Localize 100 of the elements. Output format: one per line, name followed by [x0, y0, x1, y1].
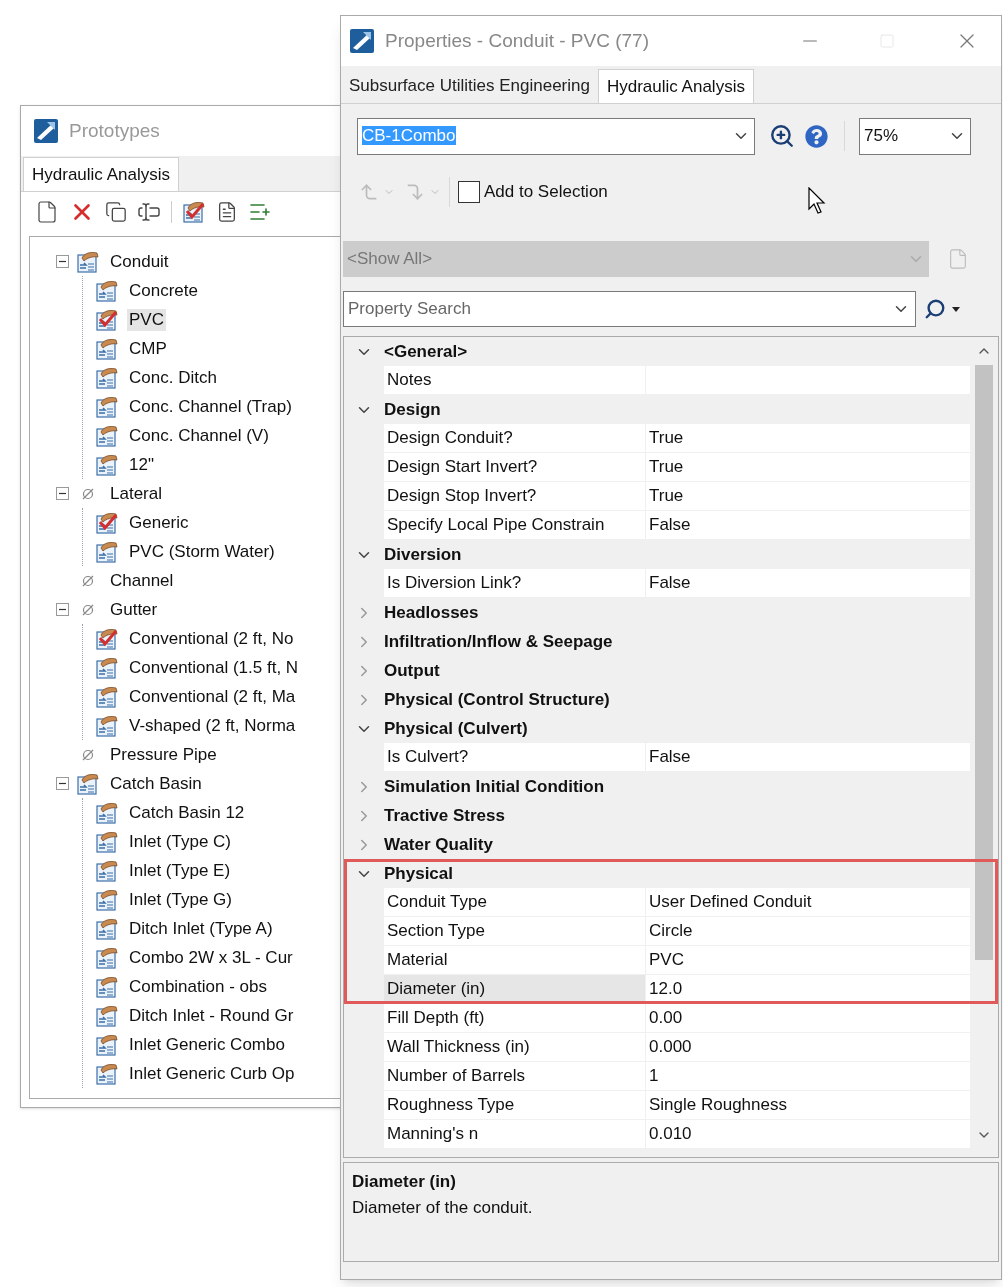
- document-icon[interactable]: [216, 201, 238, 223]
- property-name[interactable]: Manning's n: [384, 1120, 646, 1149]
- property-value[interactable]: False: [646, 743, 970, 772]
- app-logo-icon: [349, 28, 375, 54]
- prototype-icon: [95, 713, 119, 738]
- tree-item[interactable]: Conc. Ditch: [127, 366, 219, 389]
- group-header: Physical (Control Structure): [384, 688, 610, 711]
- tree-item[interactable]: Conventional (2 ft, No: [127, 627, 296, 650]
- property-name[interactable]: Is Diversion Link?: [384, 569, 646, 598]
- search-icon[interactable]: [924, 298, 946, 320]
- group-header: Tractive Stress: [384, 804, 505, 827]
- tree-item[interactable]: V-shaped (2 ft, Norma: [127, 714, 298, 737]
- empty-set-icon: [81, 602, 95, 617]
- tree-item[interactable]: Ditch Inlet (Type A): [127, 917, 275, 940]
- tree-item[interactable]: Inlet (Type C): [127, 830, 234, 853]
- tree-item[interactable]: Pressure Pipe: [108, 743, 219, 766]
- property-name[interactable]: Is Culvert?: [384, 743, 646, 772]
- tree-item[interactable]: Conduit: [108, 250, 171, 273]
- tree-item[interactable]: Conc. Channel (V): [127, 424, 271, 447]
- checkbox[interactable]: [458, 181, 480, 203]
- property-name[interactable]: Number of Barrels: [384, 1062, 646, 1091]
- tree-item[interactable]: Catch Basin: [108, 772, 204, 795]
- window-title: Properties - Conduit - PVC (77): [385, 28, 650, 53]
- tree-item[interactable]: 12": [127, 453, 156, 476]
- tree-item[interactable]: Inlet Generic Curb Op: [127, 1062, 297, 1085]
- prototype-icon: [95, 684, 119, 709]
- tree-item[interactable]: Gutter: [108, 598, 160, 621]
- property-value[interactable]: Single Roughness: [646, 1091, 970, 1120]
- property-value[interactable]: False: [646, 511, 970, 540]
- empty-set-icon: [81, 747, 95, 762]
- new-icon[interactable]: [35, 200, 59, 224]
- description-title: Diameter (in): [352, 1171, 457, 1193]
- property-value[interactable]: 0.010: [646, 1120, 970, 1149]
- checkbox-label[interactable]: Add to Selection: [484, 179, 608, 205]
- property-value[interactable]: False: [646, 569, 970, 598]
- prototype-icon: [95, 945, 119, 970]
- tree-item[interactable]: Lateral: [108, 482, 164, 505]
- rename-icon[interactable]: [137, 200, 161, 224]
- property-name[interactable]: Section Type: [384, 917, 646, 946]
- property-name[interactable]: Design Stop Invert?: [384, 482, 646, 511]
- copy-icon[interactable]: [105, 201, 127, 223]
- collapse-icon[interactable]: [56, 603, 69, 616]
- prototype-icon: [95, 539, 119, 564]
- property-value[interactable]: PVC: [646, 946, 970, 975]
- tree-item[interactable]: Combination - obs: [127, 975, 269, 998]
- property-value[interactable]: 1: [646, 1062, 970, 1091]
- help-icon[interactable]: [805, 124, 828, 148]
- property-value[interactable]: User Defined Conduit: [646, 888, 970, 917]
- group-header: Design: [384, 398, 441, 421]
- group-header: <General>: [384, 340, 468, 363]
- property-name[interactable]: Conduit Type: [384, 888, 646, 917]
- tree-item[interactable]: Conventional (2 ft, Ma: [127, 685, 298, 708]
- tree-item[interactable]: Combo 2W x 3L - Cur: [127, 946, 295, 969]
- element-name: CB-1Combo: [362, 125, 457, 148]
- tab[interactable]: Hydraulic Analysis: [597, 69, 754, 103]
- prototype-icon: [95, 423, 119, 448]
- tab[interactable]: Hydraulic Analysis: [23, 157, 179, 191]
- property-value[interactable]: Circle: [646, 917, 970, 946]
- property-name[interactable]: Design Conduit?: [384, 424, 646, 453]
- property-name[interactable]: Wall Thickness (in): [384, 1033, 646, 1062]
- zoom-icon[interactable]: [769, 123, 795, 149]
- caret-icon[interactable]: [952, 306, 960, 312]
- prototype-icon: [95, 452, 119, 477]
- property-value[interactable]: True: [646, 424, 970, 453]
- tree-item[interactable]: Inlet (Type E): [127, 859, 233, 882]
- property-value[interactable]: 0.00: [646, 1004, 970, 1033]
- default-prototype-icon: [95, 626, 119, 651]
- property-value[interactable]: 0.000: [646, 1033, 970, 1062]
- property-name[interactable]: Design Start Invert?: [384, 453, 646, 482]
- group-header: Physical: [384, 862, 453, 885]
- property-value[interactable]: True: [646, 482, 970, 511]
- tree-item[interactable]: Channel: [108, 569, 176, 592]
- group-header: Diversion: [384, 543, 462, 566]
- tree-item[interactable]: Inlet Generic Combo: [127, 1033, 287, 1056]
- property-name[interactable]: Fill Depth (ft): [384, 1004, 646, 1033]
- tree-item[interactable]: Conc. Channel (Trap): [127, 395, 294, 418]
- tree-item[interactable]: Inlet (Type G): [127, 888, 234, 911]
- tree-item[interactable]: Concrete: [127, 279, 200, 302]
- tree-item[interactable]: Conventional (1.5 ft, N: [127, 656, 301, 679]
- property-name[interactable]: Notes: [384, 366, 646, 395]
- collapse-icon[interactable]: [56, 255, 69, 268]
- prototype-icon: [95, 394, 119, 419]
- tree-item[interactable]: CMP: [127, 337, 169, 360]
- scroll-thumb[interactable]: [975, 365, 993, 960]
- tree-item[interactable]: Catch Basin 12: [127, 801, 247, 824]
- tree-item[interactable]: Ditch Inlet - Round Gr: [127, 1004, 296, 1027]
- property-name[interactable]: Material: [384, 946, 646, 975]
- zoom-combo[interactable]: 75%: [859, 117, 971, 155]
- group-header: Simulation Initial Condition: [384, 775, 605, 798]
- search-field[interactable]: Property Search: [343, 291, 916, 327]
- property-name[interactable]: Specify Local Pipe Constrain: [384, 511, 646, 540]
- description-text: Diameter of the conduit.: [352, 1196, 534, 1219]
- tree-item[interactable]: Generic: [127, 511, 191, 534]
- tree-item[interactable]: PVC (Storm Water): [127, 540, 277, 563]
- property-name[interactable]: Roughness Type: [384, 1091, 646, 1120]
- tree-item[interactable]: PVC: [127, 308, 166, 331]
- property-value[interactable]: True: [646, 453, 970, 482]
- collapse-icon[interactable]: [56, 487, 69, 500]
- prototype-icon: [95, 858, 119, 883]
- collapse-icon[interactable]: [56, 777, 69, 790]
